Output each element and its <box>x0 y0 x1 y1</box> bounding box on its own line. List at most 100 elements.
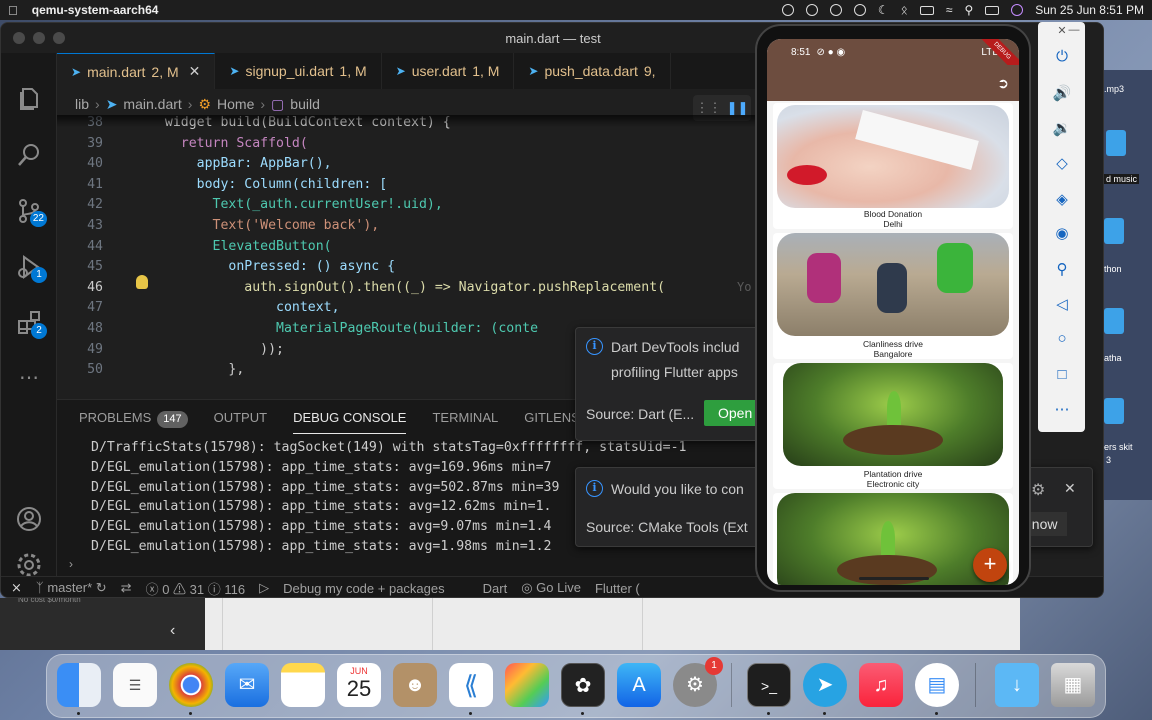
logout-icon[interactable]: ➲ <box>997 75 1009 92</box>
rotate-left-icon[interactable]: ◇ <box>1052 154 1072 174</box>
overview-icon[interactable]: □ <box>1052 366 1072 386</box>
window-close-button[interactable] <box>13 32 25 44</box>
tab-output[interactable]: OUTPUT <box>214 400 267 436</box>
search-icon[interactable]: ⚲ <box>964 3 973 17</box>
go-live-button[interactable]: ◎ Go Live <box>521 580 581 596</box>
notes-icon[interactable] <box>281 663 325 707</box>
breadcrumb-item[interactable]: build <box>290 96 320 112</box>
emulator-screen[interactable]: 8:51 ⊘ ● ◉ LTE DEBUG ➲ Blood Donation De… <box>767 39 1019 585</box>
tab-signup-ui[interactable]: ➤ signup_ui.dart 1, M <box>215 53 382 89</box>
downloads-folder-icon[interactable]: ↓ <box>995 663 1039 707</box>
back-icon[interactable]: ◁ <box>1052 295 1072 315</box>
clock-icon[interactable] <box>853 4 866 16</box>
flutter-device[interactable]: Flutter ( <box>595 581 640 596</box>
wechat-icon[interactable] <box>805 4 818 16</box>
notification-close-icon[interactable]: ✕ <box>1064 480 1076 497</box>
more-options-icon[interactable]: ⋯ <box>1052 400 1072 420</box>
bg-file-icon[interactable] <box>1104 218 1124 244</box>
emulator-toolbar: ✕ — ⏻ 🔊 🔉 ◇ ◈ ◉ ⚲ ◁ ○ □ ⋯ <box>1038 22 1085 432</box>
home-icon[interactable]: ○ <box>1052 330 1072 350</box>
explorer-icon[interactable] <box>15 85 43 113</box>
line-number: 49 <box>87 341 103 357</box>
branch-status[interactable]: ᛉ master* ↻ <box>36 580 107 596</box>
settings-gear-icon[interactable] <box>15 551 43 579</box>
chrome-icon[interactable] <box>169 663 213 707</box>
rotate-right-icon[interactable]: ◈ <box>1052 190 1072 210</box>
power-icon[interactable]: ⏻ <box>1052 48 1072 68</box>
remote-icon[interactable]: ⨯ <box>11 580 22 596</box>
telegram-icon[interactable]: ➤ <box>803 663 847 707</box>
menubar-app-name[interactable]: qemu-system-aarch64 <box>32 3 159 17</box>
app-store-icon[interactable]: A <box>617 663 661 707</box>
chevron-left-icon[interactable]: ‹ <box>170 622 175 640</box>
wifi-icon[interactable]: ≈ <box>946 3 953 17</box>
finder-icon[interactable] <box>57 663 101 707</box>
bg-file-icon[interactable] <box>1104 398 1124 424</box>
calendar-icon[interactable]: JUN 25 <box>337 663 381 707</box>
siri-icon[interactable] <box>1011 4 1024 16</box>
pull-request-icon[interactable]: ⇄ <box>121 580 132 596</box>
tab-terminal[interactable]: TERMINAL <box>432 400 498 436</box>
moon-icon[interactable]: ☾ <box>878 3 889 17</box>
language-mode[interactable]: Dart <box>483 581 508 596</box>
tab-gitlens[interactable]: GITLENS <box>524 400 580 436</box>
code-line: ElevatedButton( <box>149 238 332 254</box>
bg-file-icon[interactable] <box>1104 308 1124 334</box>
account-icon[interactable] <box>15 505 43 533</box>
tab-user-dart[interactable]: ➤ user.dart 1, M <box>382 53 515 89</box>
run-debug-icon[interactable]: 1 <box>15 253 47 283</box>
debug-config[interactable]: Debug my code + packages <box>283 581 445 596</box>
davinci-resolve-icon[interactable]: ✿ <box>561 663 605 707</box>
mail-icon[interactable]: ✉ <box>225 663 269 707</box>
breadcrumb-item[interactable]: main.dart <box>123 96 181 112</box>
console-prompt-chevron-icon[interactable]: › <box>69 557 73 571</box>
breadcrumb-item[interactable]: Home <box>217 96 254 112</box>
menubar-datetime[interactable]: Sun 25 Jun 8:51 PM <box>1035 3 1144 17</box>
tab-main-dart[interactable]: ➤ main.dart 2, M ✕ <box>57 53 216 89</box>
record-icon[interactable] <box>781 4 794 16</box>
battery-icon[interactable] <box>919 5 934 15</box>
system-settings-icon[interactable]: ⚙ 1 <box>673 657 723 707</box>
drag-handle-icon[interactable]: ⋮⋮ <box>696 100 722 116</box>
emulator-minimize-icon[interactable]: — <box>1064 24 1084 44</box>
play-icon[interactable] <box>829 4 842 16</box>
reminders-icon[interactable]: ☰ <box>113 663 157 707</box>
event-card[interactable]: Plantation drive Electronic city <box>773 363 1013 489</box>
add-fab-button[interactable]: + <box>973 548 1007 582</box>
run-icon[interactable]: ▷ <box>259 580 269 596</box>
event-card[interactable]: Clanliness drive Bangalore <box>773 233 1013 359</box>
notification-settings-gear-icon[interactable]: ⚙ <box>1031 480 1045 500</box>
pause-icon[interactable]: ❚❚ <box>727 100 749 116</box>
event-card[interactable]: Blood Donation Delhi <box>773 103 1013 229</box>
branch-name: master* <box>47 580 93 595</box>
trash-icon[interactable]: ▦ <box>1051 663 1095 707</box>
close-tab-icon[interactable]: ✕ <box>189 63 201 80</box>
search-icon[interactable] <box>15 141 43 169</box>
bluetooth-icon[interactable]: ᛟ <box>901 3 908 17</box>
music-icon[interactable]: ♫ <box>859 663 903 707</box>
volume-up-icon[interactable]: 🔊 <box>1052 84 1072 104</box>
launchpad-icon[interactable] <box>505 663 549 707</box>
window-zoom-button[interactable] <box>53 32 65 44</box>
extensions-icon[interactable]: 2 <box>15 309 47 339</box>
problems-status[interactable]: ⓧ 0 ⚠ 31 ⓘ 116 <box>146 579 246 598</box>
apple-menu-icon[interactable]:  <box>8 3 18 18</box>
more-icon[interactable]: ⋯ <box>15 365 43 393</box>
contacts-icon[interactable]: ☻ <box>393 663 437 707</box>
breadcrumb-item[interactable]: lib <box>75 96 89 112</box>
control-center-icon[interactable] <box>985 5 1000 15</box>
home-gesture-bar[interactable] <box>859 577 929 580</box>
source-control-icon[interactable]: 22 <box>15 197 47 227</box>
tab-push-data[interactable]: ➤ push_data.dart 9, <box>514 53 671 89</box>
camera-icon[interactable]: ◉ <box>1052 224 1072 244</box>
lightbulb-icon[interactable] <box>136 275 148 289</box>
tab-debug-console[interactable]: DEBUG CONSOLE <box>293 400 407 436</box>
zoom-icon[interactable]: ⚲ <box>1052 260 1072 280</box>
android-studio-emulator-icon[interactable]: ▤ <box>915 663 959 707</box>
volume-down-icon[interactable]: 🔉 <box>1052 119 1072 139</box>
terminal-icon[interactable]: >_ <box>747 663 791 707</box>
vscode-icon[interactable]: ⟪ <box>449 663 493 707</box>
tab-problems[interactable]: PROBLEMS 147 <box>79 400 188 436</box>
window-minimize-button[interactable] <box>33 32 45 44</box>
bg-file-icon[interactable] <box>1106 130 1126 156</box>
